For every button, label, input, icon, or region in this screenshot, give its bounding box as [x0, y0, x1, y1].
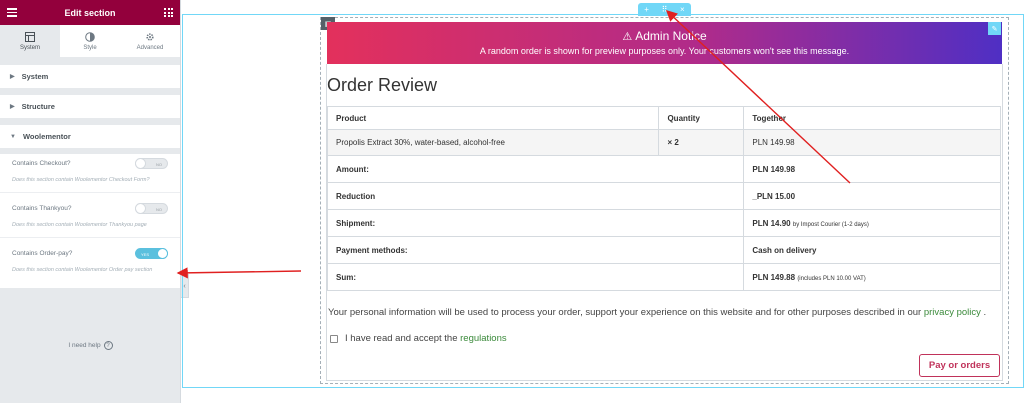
pencil-icon: ✎ — [991, 25, 998, 33]
section-toggle-woolementor[interactable]: ▼ Woolementor — [0, 124, 180, 148]
control-contains-thankyou: Contains Thankyou? NO Does this section … — [0, 199, 180, 238]
woolementor-controls: Contains Checkout? NO Does this section … — [0, 154, 180, 288]
column-header: Product — [326, 106, 660, 130]
edit-widget-button[interactable]: ✎ — [988, 22, 1001, 35]
drag-handle-icon[interactable]: ⠿ — [662, 5, 668, 14]
admin-notice: ⚠ Admin Notice A random order is shown fo… — [327, 22, 1002, 64]
row-value: Cash on delivery — [743, 236, 1001, 264]
row-label: Sum: — [326, 263, 745, 291]
row-label: Shipment: — [326, 209, 745, 237]
section-handle[interactable]: + ⠿ × — [638, 3, 691, 16]
order-pay-toggle[interactable]: YES — [135, 247, 168, 259]
product-price: PLN 149.98 — [743, 129, 1001, 156]
row-value: _PLN 15.00 — [743, 182, 1001, 210]
regulations-link[interactable]: regulations — [460, 333, 506, 344]
control-description: Does this section contain Woolementor Th… — [12, 222, 147, 228]
caret-down-icon: ▼ — [10, 133, 16, 140]
accept-checkbox[interactable] — [330, 334, 338, 343]
product-name: Propolis Extract 30%, water-based, alcoh… — [326, 129, 660, 156]
pay-button[interactable]: Pay or orders — [919, 354, 1000, 377]
control-description: Does this section contain Woolementor Or… — [12, 267, 153, 273]
half-circle-icon — [85, 31, 95, 42]
control-contains-order-pay: Contains Order-pay? YES Does this sectio… — [0, 244, 180, 282]
accept-terms: I have read and accept the regulations — [330, 333, 507, 344]
control-label: Contains Order-pay? — [12, 249, 73, 257]
add-icon[interactable]: + — [644, 5, 649, 14]
privacy-notice: Your personal information will be used t… — [328, 307, 987, 318]
menu-icon[interactable] — [7, 8, 17, 19]
table-row: Reduction _PLN 15.00 — [326, 182, 1001, 210]
table-row: Shipment: PLN 14.90 by Impost Courier (1… — [326, 209, 1001, 237]
section-toggle-structure[interactable]: ▶ Structure — [0, 94, 180, 118]
row-value: PLN 14.90 by Impost Courier (1-2 days) — [743, 209, 1001, 237]
row-value: PLN 149.98 — [743, 155, 1001, 183]
section-toggle-system[interactable]: ▶ System — [0, 64, 180, 88]
row-value: PLN 149.88 (includes PLN 10.00 VAT) — [743, 263, 1001, 291]
table-row: Sum: PLN 149.88 (includes PLN 10.00 VAT) — [326, 263, 1001, 291]
row-label: Amount: — [326, 155, 745, 183]
editor-panel: Edit section System Style Advanced ▶ Sys… — [0, 0, 181, 403]
close-icon[interactable]: × — [680, 5, 685, 14]
panel-title: Edit section — [64, 7, 116, 18]
privacy-policy-link[interactable]: privacy policy — [924, 307, 981, 318]
caret-right-icon: ▶ — [10, 74, 15, 80]
panel-header: Edit section — [0, 0, 180, 25]
notice-title: Admin Notice — [635, 29, 707, 43]
thankyou-toggle[interactable]: NO — [135, 202, 168, 214]
column-header: Together — [743, 106, 1001, 130]
table-row: Amount: PLN 149.98 — [326, 155, 1001, 183]
product-qty: × 2 — [658, 129, 745, 156]
checkout-toggle[interactable]: NO — [135, 157, 168, 169]
column-header: Quantity — [658, 106, 745, 130]
toggle-knob — [157, 247, 168, 259]
toggle-knob — [135, 202, 146, 214]
toggle-knob — [135, 157, 146, 169]
control-label: Contains Checkout? — [12, 159, 71, 167]
need-help-link[interactable]: I need help? — [0, 341, 181, 350]
caret-right-icon: ▶ — [10, 104, 15, 110]
panel-tabs: System Style Advanced — [0, 25, 180, 58]
table-header-row: Product Quantity Together — [326, 106, 1001, 130]
control-contains-checkout: Contains Checkout? NO Does this section … — [0, 154, 180, 193]
warning-icon: ⚠ — [622, 31, 633, 43]
tab-system[interactable]: System — [0, 25, 60, 57]
notice-message: A random order is shown for preview purp… — [479, 46, 850, 56]
control-label: Contains Thankyou? — [12, 204, 72, 212]
tab-advanced[interactable]: Advanced — [120, 25, 180, 57]
tab-style[interactable]: Style — [60, 25, 120, 57]
order-title: Order Review — [327, 75, 438, 95]
row-label: Payment methods: — [326, 236, 745, 264]
product-row: Propolis Extract 30%, water-based, alcoh… — [326, 129, 1001, 156]
widgets-grid-icon[interactable] — [164, 8, 173, 17]
help-icon: ? — [103, 341, 113, 350]
table-row: Payment methods: Cash on delivery — [326, 236, 1001, 264]
row-label: Reduction — [326, 182, 745, 210]
control-description: Does this section contain Woolementor Ch… — [12, 177, 150, 183]
order-review-table: Product Quantity Together Propolis Extra… — [326, 106, 1001, 291]
gear-icon — [146, 32, 154, 41]
layout-icon — [25, 31, 35, 42]
